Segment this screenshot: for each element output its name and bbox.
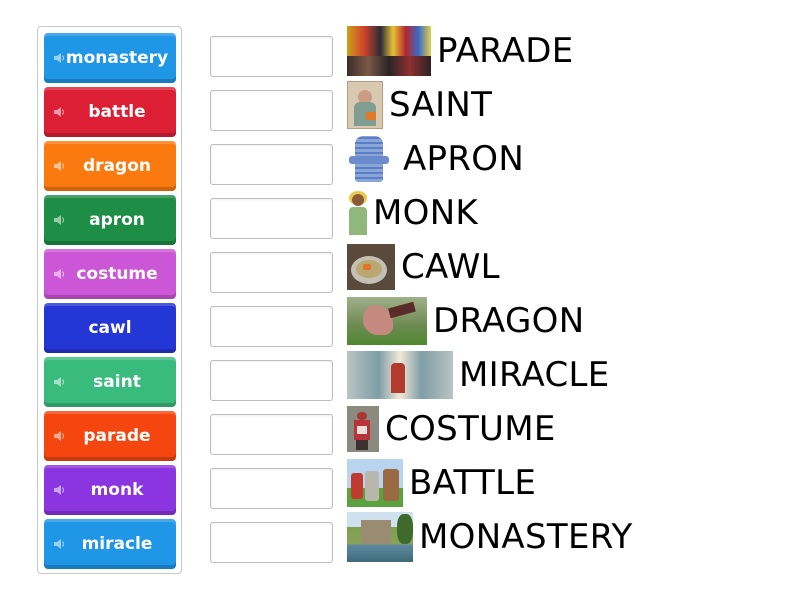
target-row: APRON: [347, 132, 524, 186]
drop-box-5[interactable]: [210, 252, 333, 293]
tile-label: dragon: [83, 156, 151, 176]
target-row: DRAGON: [347, 294, 584, 348]
target-row: COSTUME: [347, 402, 556, 456]
target-row: SAINT: [347, 78, 492, 132]
tile-apron[interactable]: apron: [44, 195, 176, 245]
monastery-image: [347, 512, 413, 562]
tile-label: apron: [89, 210, 145, 230]
tile-saint[interactable]: saint: [44, 357, 176, 407]
tile-costume[interactable]: costume: [44, 249, 176, 299]
tile-label: monastery: [65, 48, 169, 68]
target-word: APRON: [403, 139, 525, 179]
tile-label: battle: [88, 102, 146, 122]
drop-box-4[interactable]: [210, 198, 333, 239]
target-row: MIRACLE: [347, 348, 610, 402]
tile-label: miracle: [81, 534, 153, 554]
speaker-icon[interactable]: [53, 268, 65, 280]
target-row: BATTLE: [347, 456, 536, 510]
tile-label: cawl: [88, 318, 132, 338]
target-row: MONK: [347, 186, 478, 240]
drop-box-10[interactable]: [210, 522, 333, 563]
target-word: CAWL: [401, 247, 500, 287]
drop-box-6[interactable]: [210, 306, 333, 347]
target-word: COSTUME: [385, 409, 556, 449]
tile-monk[interactable]: monk: [44, 465, 176, 515]
drop-box-7[interactable]: [210, 360, 333, 401]
speaker-icon[interactable]: [53, 538, 65, 550]
battle-image: [347, 459, 403, 507]
target-word: DRAGON: [433, 301, 585, 341]
tile-dragon[interactable]: dragon: [44, 141, 176, 191]
target-word: MONASTERY: [419, 517, 633, 557]
tile-label: saint: [93, 372, 141, 392]
target-word: BATTLE: [409, 463, 537, 503]
parade-image: [347, 26, 431, 76]
tile-monastery[interactable]: monastery: [44, 33, 176, 83]
tile-miracle[interactable]: miracle: [44, 519, 176, 569]
costume-image: [347, 406, 379, 452]
word-tile-bank: monastery battle dragon apron costume ca…: [37, 26, 182, 574]
saint-image: [347, 81, 383, 129]
tile-parade[interactable]: parade: [44, 411, 176, 461]
tile-label: costume: [76, 264, 158, 284]
target-word: PARADE: [437, 31, 574, 71]
speaker-icon[interactable]: [53, 52, 65, 64]
speaker-icon[interactable]: [53, 430, 65, 442]
speaker-icon[interactable]: [53, 484, 65, 496]
tile-cawl[interactable]: cawl: [44, 303, 176, 353]
target-row: CAWL: [347, 240, 500, 294]
target-row: MONASTERY: [347, 510, 633, 564]
drop-box-2[interactable]: [210, 90, 333, 131]
target-word: MONK: [373, 193, 479, 233]
miracle-image: [347, 351, 453, 399]
monk-image: [347, 191, 369, 235]
tile-label: monk: [90, 480, 144, 500]
target-row: PARADE: [347, 24, 574, 78]
speaker-icon[interactable]: [53, 160, 65, 172]
speaker-icon[interactable]: [53, 214, 65, 226]
dragon-image: [347, 297, 427, 345]
tile-label: parade: [83, 426, 151, 446]
drop-box-8[interactable]: [210, 414, 333, 455]
drop-box-3[interactable]: [210, 144, 333, 185]
apron-image: [347, 134, 391, 184]
tile-battle[interactable]: battle: [44, 87, 176, 137]
target-word: MIRACLE: [459, 355, 610, 395]
speaker-icon[interactable]: [53, 106, 65, 118]
speaker-icon[interactable]: [53, 376, 65, 388]
target-word: SAINT: [389, 85, 493, 125]
cawl-image: [347, 244, 395, 290]
drop-box-9[interactable]: [210, 468, 333, 509]
drop-box-1[interactable]: [210, 36, 333, 77]
